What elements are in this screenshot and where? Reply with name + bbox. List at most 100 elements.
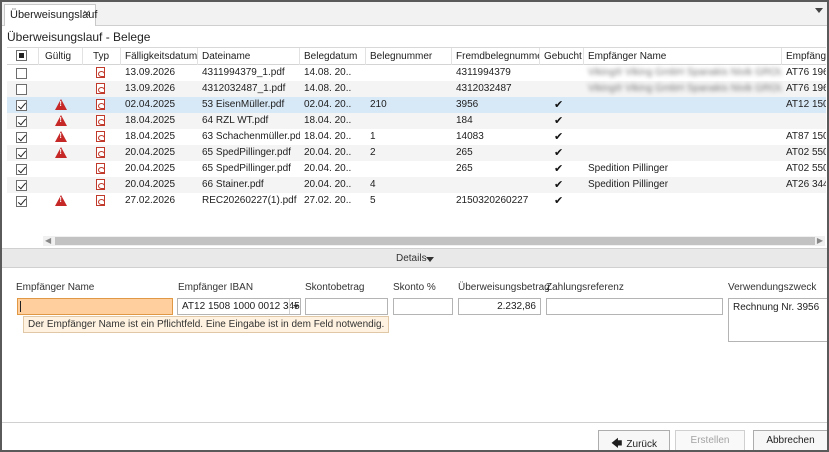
cell-doc-number: 210: [370, 99, 387, 110]
pdf-icon[interactable]: [96, 67, 105, 78]
recipient-iban-select[interactable]: AT12 1508 1000 0012 3456: [177, 298, 301, 315]
row-checkbox[interactable]: [16, 148, 27, 159]
cell-filename: 65 SpedPillinger.pdf: [202, 163, 291, 174]
column-header-type[interactable]: Typ: [83, 48, 121, 65]
documents-grid: Gültig Typ Fälligkeitsdatum Dateiname Be…: [7, 47, 826, 247]
cell-recipient-iban: AT02 5500: [786, 163, 826, 174]
scrollbar-thumb[interactable]: [55, 237, 815, 245]
table-row[interactable]: 18.04.2025 63 Schachenmüller.pdf 18.04. 20…: [7, 129, 826, 145]
tab-dropdown-icon[interactable]: [815, 8, 823, 13]
cell-due-date: 02.04.2025: [125, 99, 176, 110]
warning-icon: [55, 147, 67, 158]
column-header-doc-date[interactable]: Belegdatum: [300, 48, 366, 65]
cell-ext-number: 265: [456, 147, 473, 158]
footer-divider: [2, 422, 827, 423]
row-checkbox[interactable]: [16, 116, 27, 127]
cell-filename: 63 Schachenmüller.pdf: [202, 131, 300, 142]
cell-recipient: Spedition Pillinger: [588, 179, 669, 190]
transfer-amount-field[interactable]: 2.232,86: [458, 298, 541, 315]
horizontal-scrollbar[interactable]: ◀ ▶: [43, 236, 825, 246]
pdf-icon[interactable]: [96, 115, 105, 126]
row-checkbox[interactable]: [16, 132, 27, 143]
column-header-booked[interactable]: Gebucht: [540, 48, 584, 65]
chevron-down-icon: [426, 257, 434, 262]
close-icon[interactable]: ✕: [83, 9, 91, 20]
column-header-recipient-iban[interactable]: Empfänge: [782, 48, 826, 65]
details-toggle[interactable]: Details: [2, 248, 827, 268]
table-row[interactable]: 20.04.2025 65 SpedPillinger.pdf 20.04. 20.…: [7, 161, 826, 177]
booked-check-icon: ✔: [554, 115, 564, 127]
validation-tooltip: Der Empfänger Name ist ein Pflichtfeld. …: [23, 316, 390, 333]
table-row[interactable]: 18.04.2025 64 RZL WT.pdf 18.04. 20.. 184 ✔: [7, 113, 826, 129]
row-checkbox[interactable]: [16, 100, 27, 111]
discount-amount-field[interactable]: [305, 298, 388, 315]
table-row[interactable]: 20.04.2025 66 Stainer.pdf 20.04. 20.. 4 ✔ Spe…: [7, 177, 826, 193]
cell-recipient: [584, 145, 782, 161]
warning-icon: [55, 131, 67, 142]
cell-doc-number: 1: [370, 131, 376, 142]
table-row[interactable]: 13.09.2026 4312032487_1.pdf 14.08. 20.. 431…: [7, 81, 826, 97]
cell-due-date: 27.02.2026: [125, 195, 176, 206]
pdf-icon[interactable]: [96, 195, 105, 206]
column-header-ext-number[interactable]: Fremdbelegnummer: [452, 48, 540, 65]
recipient-name-field[interactable]: [17, 298, 173, 315]
table-row[interactable]: 20.04.2025 65 SpedPillinger.pdf 20.04. 20.…: [7, 145, 826, 161]
cell-doc-date: 14.08. 20..: [304, 67, 352, 78]
pdf-icon[interactable]: [96, 99, 105, 110]
table-row[interactable]: 13.09.2026 4311994379_1.pdf 14.08. 20.. 431…: [7, 65, 826, 81]
table-row[interactable]: 02.04.2025 53 EisenMüller.pdf 02.04. 20.. 2…: [7, 97, 826, 113]
column-header-doc-number[interactable]: Belegnummer: [366, 48, 452, 65]
cell-ext-number: [452, 177, 540, 193]
select-all-checkbox[interactable]: [16, 50, 27, 61]
cell-recipient: [584, 129, 782, 145]
row-checkbox[interactable]: [16, 84, 27, 95]
cell-recipient-iban: AT76 1967: [786, 67, 826, 78]
pdf-icon[interactable]: [96, 83, 105, 94]
scroll-right-icon[interactable]: ▶: [817, 236, 823, 245]
create-button[interactable]: Erstellen: [675, 430, 745, 450]
pdf-icon[interactable]: [96, 147, 105, 158]
pdf-icon[interactable]: [96, 179, 105, 190]
row-checkbox[interactable]: [16, 180, 27, 191]
cell-doc-number: [366, 161, 452, 177]
pdf-icon[interactable]: [96, 163, 105, 174]
warning-icon: [55, 99, 67, 110]
column-header-recipient[interactable]: Empfänger Name: [584, 48, 782, 65]
column-header-filename[interactable]: Dateiname: [198, 48, 300, 65]
discount-percent-label: Skonto %: [393, 282, 436, 293]
cancel-button[interactable]: Abbrechen: [753, 430, 827, 450]
cell-due-date: 18.04.2025: [125, 115, 176, 126]
payment-reference-field[interactable]: [546, 298, 723, 315]
scroll-left-icon[interactable]: ◀: [45, 236, 51, 245]
arrow-left-icon: 🡄: [611, 438, 623, 450]
back-button[interactable]: 🡄 Zurück: [598, 430, 670, 450]
discount-percent-field[interactable]: [393, 298, 453, 315]
discount-amount-label: Skontobetrag: [305, 282, 365, 293]
grid-header: Gültig Typ Fälligkeitsdatum Dateiname Be…: [7, 48, 826, 65]
row-checkbox[interactable]: [16, 68, 27, 79]
cell-doc-number: 4: [370, 179, 376, 190]
chevron-down-icon[interactable]: [289, 299, 301, 314]
purpose-field[interactable]: Rechnung Nr. 3956: [728, 298, 827, 342]
cell-filename: 53 EisenMüller.pdf: [202, 99, 285, 110]
table-row[interactable]: 27.02.2026 REC20260227(1).pdf 27.02. 20.. 5…: [7, 193, 826, 209]
booked-check-icon: ✔: [554, 195, 564, 207]
cell-recipient-iban: AT12 1508: [786, 99, 826, 110]
details-label: Details: [396, 253, 427, 264]
cell-recipient: Viking® Viking GmbH Spanakis Nivik GROUP: [588, 83, 782, 94]
text-cursor: [20, 301, 21, 312]
warning-icon: [55, 115, 67, 126]
cell-recipient: Viking® Viking GmbH Spanakis Nivik GROUP: [588, 67, 782, 78]
cell-doc-number: 2: [370, 147, 376, 158]
column-header-due-date[interactable]: Fälligkeitsdatum: [121, 48, 198, 65]
select-all-header[interactable]: [7, 48, 39, 65]
cell-due-date: 20.04.2025: [125, 163, 176, 174]
cell-doc-date: 14.08. 20..: [304, 83, 352, 94]
column-header-valid[interactable]: Gültig: [39, 48, 83, 65]
tab-ueberweisungslauf[interactable]: Überweisungslauf ✕: [4, 4, 97, 26]
row-checkbox[interactable]: [16, 164, 27, 175]
row-checkbox[interactable]: [16, 196, 27, 207]
cell-doc-date: 18.04. 20..: [304, 131, 352, 142]
pdf-icon[interactable]: [96, 131, 105, 142]
cell-doc-date: 20.04. 20..: [304, 147, 352, 158]
